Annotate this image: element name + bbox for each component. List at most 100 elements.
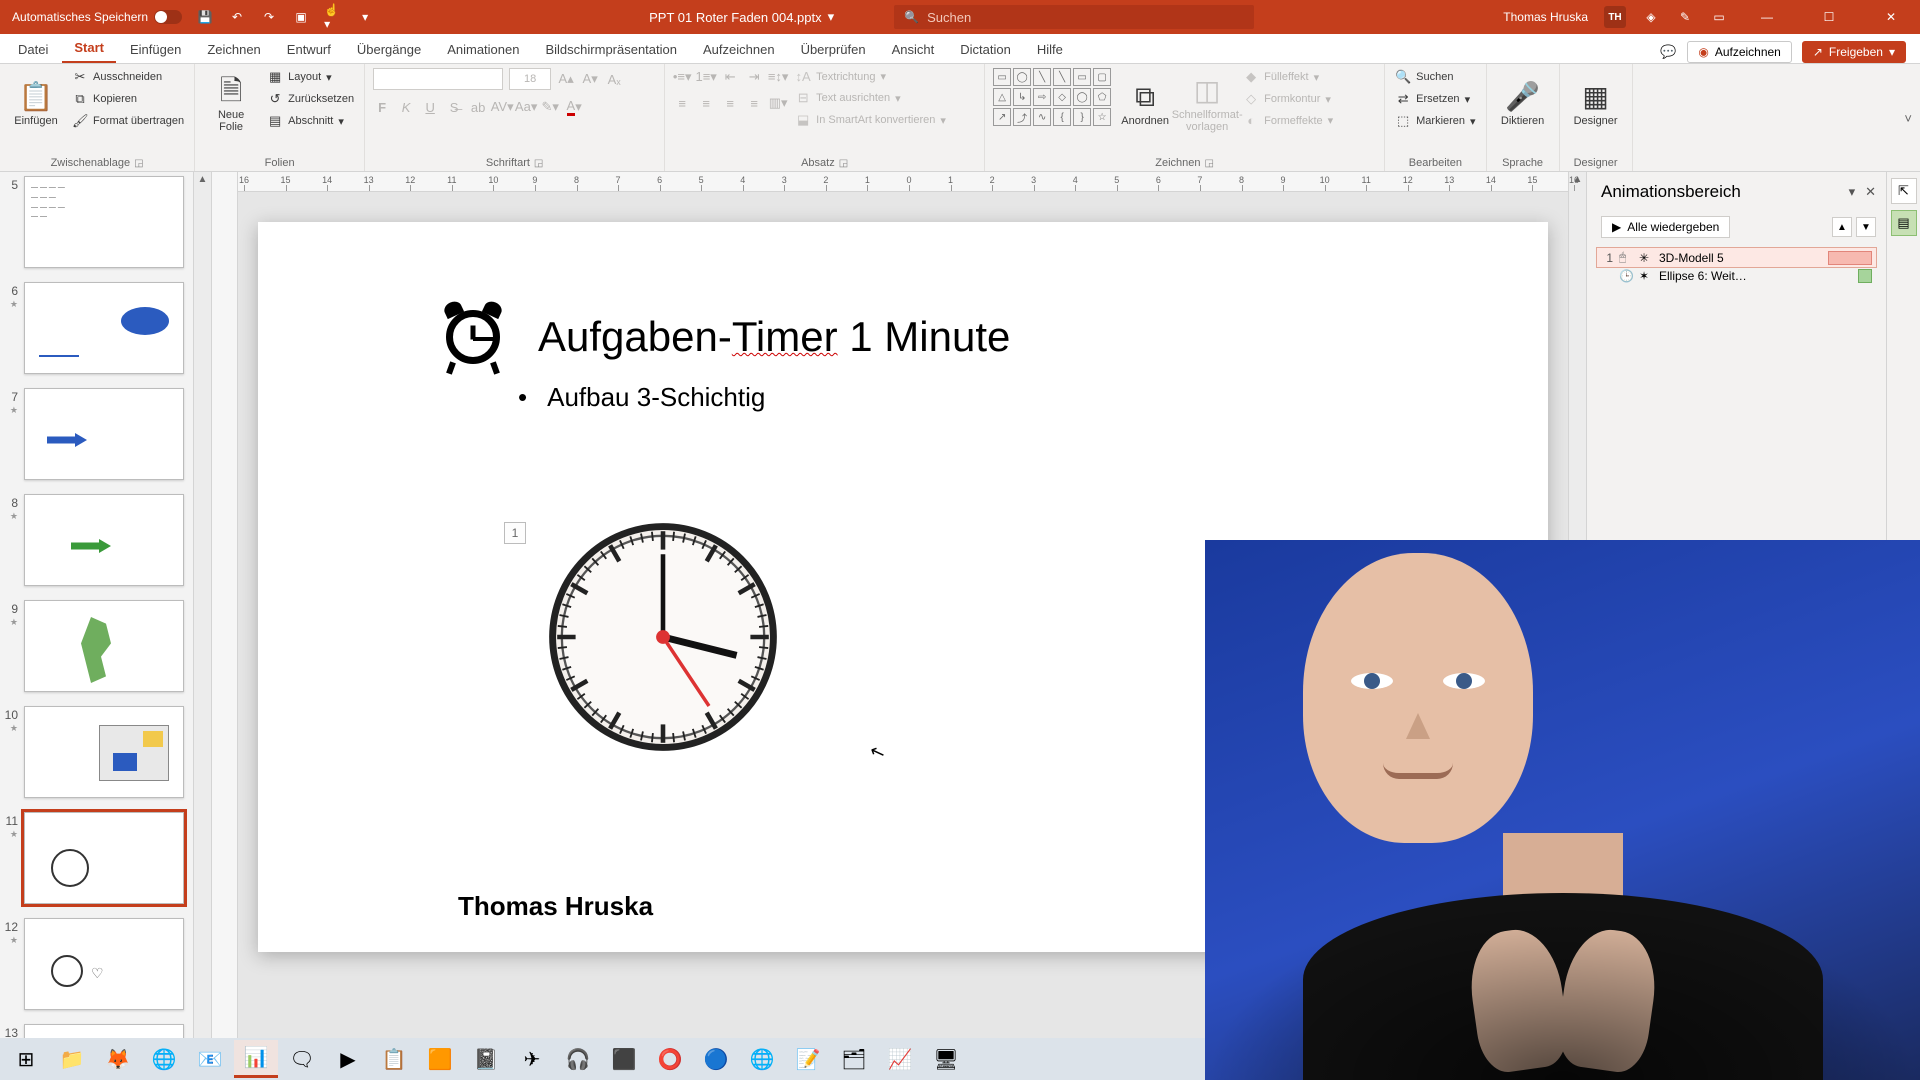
indent-inc-icon[interactable]: ⇥	[745, 68, 763, 86]
clear-format-icon[interactable]: Aₓ	[605, 70, 623, 88]
shapes-gallery[interactable]: ▭◯╲╲▭▢ △↳⇨◇◯⬠ ↗⤴∿{}☆	[993, 68, 1111, 126]
font-size-combo[interactable]: 18	[509, 68, 551, 90]
play-all-button[interactable]: ▶Alle wiedergeben	[1601, 216, 1730, 238]
indent-dec-icon[interactable]: ⇤	[721, 68, 739, 86]
window-options-icon[interactable]: ▭	[1710, 8, 1728, 26]
justify-icon[interactable]: ≡	[745, 94, 763, 112]
thumb-scrollbar[interactable]: ▲▼	[193, 172, 211, 1056]
copy-button[interactable]: ⧉Kopieren	[70, 90, 186, 108]
undo-icon[interactable]: ↶	[228, 8, 246, 26]
tab-bildschirmpräsentation[interactable]: Bildschirmpräsentation	[533, 36, 689, 63]
shadow-icon[interactable]: ab	[469, 98, 487, 116]
dictate-button[interactable]: 🎤Diktieren	[1495, 68, 1551, 142]
numbering-icon[interactable]: 1≡▾	[697, 68, 715, 86]
text-direction-button[interactable]: ↕ATextrichtung ▾	[793, 68, 948, 85]
line-spacing-icon[interactable]: ≡↕▾	[769, 68, 787, 86]
taskbar-app-13[interactable]: ⬛	[602, 1040, 646, 1078]
quick-styles-button[interactable]: ◫Schnellformat- vorlagen	[1179, 68, 1235, 142]
tab-dictation[interactable]: Dictation	[948, 36, 1023, 63]
side-tab-animation-icon[interactable]: ▤	[1891, 210, 1917, 236]
underline-icon[interactable]: U	[421, 98, 439, 116]
animpane-close-icon[interactable]: ✕	[1865, 184, 1876, 200]
tab-animationen[interactable]: Animationen	[435, 36, 531, 63]
section-button[interactable]: ▤Abschnitt ▾	[265, 112, 356, 130]
format-painter-button[interactable]: 🖌Format übertragen	[70, 112, 186, 130]
share-button[interactable]: ↗ Freigeben ▾	[1802, 41, 1906, 63]
taskbar-app-12[interactable]: 🎧	[556, 1040, 600, 1078]
taskbar-app-16[interactable]: 🌐	[740, 1040, 784, 1078]
shape-effects-button[interactable]: ◐Formeffekte ▾	[1241, 112, 1335, 129]
shape-fill-button[interactable]: ◆Fülleffekt ▾	[1241, 68, 1335, 86]
italic-icon[interactable]: K	[397, 98, 415, 116]
tab-start[interactable]: Start	[62, 34, 116, 63]
taskbar-app-0[interactable]: ⊞	[4, 1040, 48, 1078]
search-box[interactable]: 🔍 Suchen	[894, 5, 1254, 29]
slide-thumb-12[interactable]: ♡	[24, 918, 184, 1010]
slide-bullet-1[interactable]: Aufbau 3-Schichtig	[518, 382, 765, 413]
taskbar-app-17[interactable]: 📝	[786, 1040, 830, 1078]
maximize-button[interactable]: ☐	[1806, 0, 1852, 34]
touch-mode-icon[interactable]: ☝▾	[324, 8, 342, 26]
tab-datei[interactable]: Datei	[6, 36, 60, 63]
cut-button[interactable]: ✂Ausschneiden	[70, 68, 186, 86]
tab-überprüfen[interactable]: Überprüfen	[789, 36, 878, 63]
tab-hilfe[interactable]: Hilfe	[1025, 36, 1075, 63]
user-avatar[interactable]: TH	[1604, 6, 1626, 28]
coming-soon-icon[interactable]: ✎	[1676, 8, 1694, 26]
taskbar-app-18[interactable]: 🗂	[832, 1040, 876, 1078]
clock-3d-model[interactable]	[548, 522, 778, 752]
move-down-button[interactable]: ▼	[1856, 217, 1876, 237]
designer-button[interactable]: ▦Designer	[1568, 68, 1624, 142]
move-up-button[interactable]: ▲	[1832, 217, 1852, 237]
layout-button[interactable]: ▦Layout ▾	[265, 68, 356, 86]
qat-customize-icon[interactable]: ▾	[356, 8, 374, 26]
record-button[interactable]: ◉ Aufzeichnen	[1687, 41, 1792, 63]
font-launcher-icon[interactable]: ◲	[534, 158, 543, 169]
tab-übergänge[interactable]: Übergänge	[345, 36, 433, 63]
tab-zeichnen[interactable]: Zeichnen	[195, 36, 272, 63]
font-family-combo[interactable]	[373, 68, 503, 90]
taskbar-app-5[interactable]: 📊	[234, 1040, 278, 1078]
align-text-button[interactable]: ⊟Text ausrichten ▾	[793, 89, 948, 107]
arrange-button[interactable]: ⧉Anordnen	[1117, 68, 1173, 142]
taskbar-app-15[interactable]: 🔵	[694, 1040, 738, 1078]
slide-thumb-10[interactable]	[24, 706, 184, 798]
autosave-toggle[interactable]: Automatisches Speichern	[12, 10, 182, 24]
taskbar-app-7[interactable]: ▶	[326, 1040, 370, 1078]
grow-font-icon[interactable]: A▴	[557, 70, 575, 88]
document-title[interactable]: PPT 01 Roter Faden 004.pptx ▾	[649, 9, 834, 25]
find-button[interactable]: 🔍Suchen	[1393, 68, 1477, 86]
tab-ansicht[interactable]: Ansicht	[880, 36, 947, 63]
shrink-font-icon[interactable]: A▾	[581, 70, 599, 88]
side-tab-popout-icon[interactable]: ⇱	[1891, 178, 1917, 204]
slide-thumb-11[interactable]	[24, 812, 184, 904]
taskbar-app-11[interactable]: ✈	[510, 1040, 554, 1078]
taskbar-app-2[interactable]: 🦊	[96, 1040, 140, 1078]
highlight-icon[interactable]: ✎▾	[541, 98, 559, 116]
taskbar-app-9[interactable]: 🟧	[418, 1040, 462, 1078]
taskbar-app-8[interactable]: 📋	[372, 1040, 416, 1078]
tab-einfügen[interactable]: Einfügen	[118, 36, 193, 63]
taskbar-app-1[interactable]: 📁	[50, 1040, 94, 1078]
align-center-icon[interactable]: ≡	[697, 94, 715, 112]
anim-item[interactable]: 1🖱✳3D-Modell 5	[1597, 248, 1876, 267]
comments-icon[interactable]: 💬	[1659, 43, 1677, 61]
collapse-ribbon-icon[interactable]: ˅	[1904, 111, 1912, 126]
anim-item[interactable]: 🕒✶Ellipse 6: Weit…	[1597, 267, 1876, 285]
replace-button[interactable]: ⇄Ersetzen ▾	[1393, 90, 1477, 108]
save-icon[interactable]: 💾	[196, 8, 214, 26]
close-button[interactable]: ✕	[1868, 0, 1914, 34]
taskbar-app-6[interactable]: 🗨	[280, 1040, 324, 1078]
new-slide-button[interactable]: 🗎 Neue Folie	[203, 68, 259, 142]
minimize-button[interactable]: —	[1744, 0, 1790, 34]
taskbar-app-3[interactable]: 🌐	[142, 1040, 186, 1078]
paragraph-launcher-icon[interactable]: ◲	[839, 158, 848, 169]
taskbar-app-14[interactable]: ⭕	[648, 1040, 692, 1078]
reset-button[interactable]: ↺Zurücksetzen	[265, 90, 356, 108]
tab-aufzeichnen[interactable]: Aufzeichnen	[691, 36, 787, 63]
shape-outline-button[interactable]: ◇Formkontur ▾	[1241, 90, 1335, 108]
bold-icon[interactable]: F	[373, 98, 391, 116]
from-beginning-icon[interactable]: ▣	[292, 8, 310, 26]
animation-order-tag[interactable]: 1	[504, 522, 526, 544]
align-right-icon[interactable]: ≡	[721, 94, 739, 112]
